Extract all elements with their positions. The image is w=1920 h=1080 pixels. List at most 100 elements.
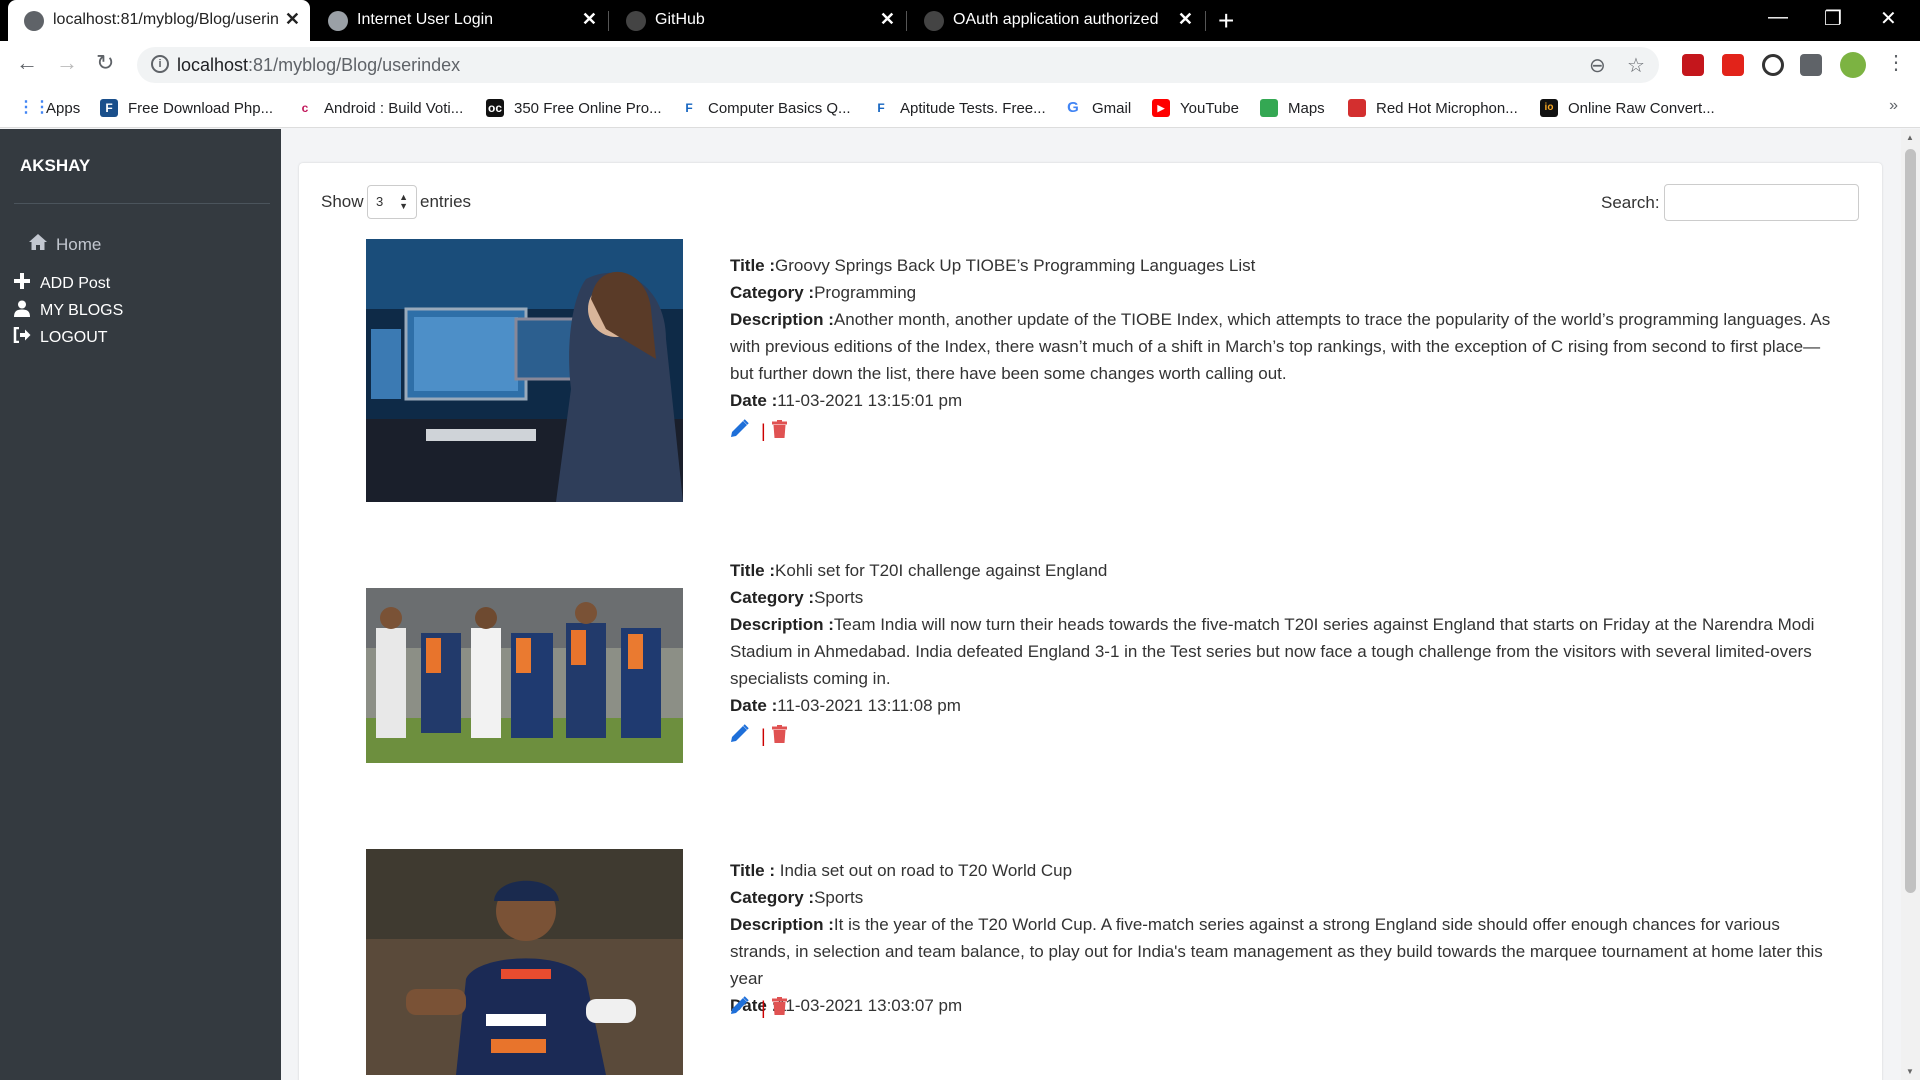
close-tab-icon[interactable]: ✕ <box>1178 9 1193 30</box>
edit-pencil-icon[interactable] <box>730 723 749 749</box>
scroll-up-icon[interactable]: ▲ <box>1906 133 1914 142</box>
reload-icon[interactable]: ↻ <box>96 50 114 76</box>
bookmark-aptitude-tests[interactable]: F Aptitude Tests. Free... <box>872 96 1046 120</box>
bookmark-label: Apps <box>46 99 81 117</box>
post-image-kohli <box>366 588 683 763</box>
search-input[interactable] <box>1664 184 1859 221</box>
bookmark-350-free-online[interactable]: oc 350 Free Online Pro... <box>486 96 662 120</box>
bookmark-label: 350 Free Online Pro... <box>514 99 662 117</box>
bookmark-free-download-php[interactable]: F Free Download Php... <box>100 96 273 120</box>
category-label: Category : <box>730 888 815 907</box>
sidebar-item-logout[interactable]: LOGOUT <box>12 326 108 348</box>
microphone-icon <box>1348 99 1366 117</box>
window-close-icon[interactable]: ✕ <box>1880 6 1897 31</box>
close-tab-icon[interactable]: ✕ <box>880 9 895 30</box>
entries-label: entries <box>420 192 472 211</box>
ublock-extension-icon[interactable] <box>1682 54 1704 76</box>
post-actions: | <box>730 995 787 1021</box>
new-tab-button[interactable]: + <box>1218 5 1234 37</box>
bookmark-computer-basics[interactable]: F Computer Basics Q... <box>680 96 851 120</box>
plus-icon <box>12 273 32 294</box>
post-actions: | <box>730 418 787 444</box>
browser-menu-icon[interactable]: ⋮ <box>1886 50 1906 75</box>
zoom-icon[interactable]: ⊖ <box>1589 53 1606 78</box>
description-label: Description : <box>730 310 834 329</box>
post-image-t20 <box>366 849 683 1075</box>
pdf-extension-icon[interactable] <box>1722 54 1744 76</box>
bookmark-youtube[interactable]: ▶ YouTube <box>1152 96 1239 120</box>
sidebar-item-my-blogs[interactable]: MY BLOGS <box>12 300 123 322</box>
sync-extension-icon[interactable] <box>1762 54 1784 76</box>
action-separator: | <box>761 725 766 746</box>
bookmark-label: Android : Build Voti... <box>324 99 464 117</box>
sidebar-item-label: MY BLOGS <box>40 302 124 319</box>
post-actions: | <box>730 723 787 749</box>
bookmark-online-raw-convert[interactable]: io Online Raw Convert... <box>1540 96 1715 120</box>
delete-trash-icon[interactable] <box>771 419 787 443</box>
post-date-row: Date :11-03-2021 13:11:08 pm <box>730 692 1842 719</box>
forward-icon[interactable]: → <box>56 50 78 76</box>
page-size-select[interactable]: 3 ▲ ▼ <box>367 185 417 219</box>
globe-icon <box>24 11 44 31</box>
restore-icon[interactable]: ❐ <box>1824 6 1842 31</box>
github-icon <box>924 11 944 31</box>
more-bookmarks-icon[interactable]: » <box>1889 97 1898 115</box>
bookmark-label: Maps <box>1288 99 1325 117</box>
back-icon[interactable]: ← <box>16 50 38 76</box>
sidebar-item-home[interactable]: Home <box>28 233 101 256</box>
post-date: 11-03-2021 13:15:01 pm <box>777 391 963 410</box>
scroll-down-icon[interactable]: ▼ <box>1906 1067 1914 1076</box>
tab-title: OAuth application authorized <box>953 11 1159 28</box>
delete-trash-icon[interactable] <box>771 996 787 1020</box>
description-label: Description : <box>730 615 834 634</box>
tab-github[interactable]: GitHub ✕ <box>610 0 905 41</box>
profile-avatar[interactable] <box>1840 52 1866 78</box>
bookmark-red-hot-microphone[interactable]: Red Hot Microphon... <box>1348 96 1518 120</box>
sidebar-item-add-post[interactable]: ADD Post <box>12 273 110 294</box>
close-tab-icon[interactable]: ✕ <box>285 9 300 30</box>
title-label: Title : <box>730 861 776 880</box>
bookmark-label: YouTube <box>1180 99 1239 117</box>
url-text: localhost:81/myblog/Blog/userindex <box>177 55 461 75</box>
page-scrollbar[interactable]: ▲ ▼ <box>1901 129 1920 1080</box>
post-category: Programming <box>814 283 917 302</box>
action-separator: | <box>761 997 766 1018</box>
bookmarks-bar: ⋮⋮ Apps F Free Download Php... c Android… <box>0 88 1920 128</box>
delete-trash-icon[interactable] <box>771 724 787 748</box>
post-title: India set out on road to T20 World Cup <box>775 861 1073 880</box>
bookmark-label: Red Hot Microphon... <box>1376 99 1518 117</box>
category-label: Category : <box>730 283 815 302</box>
close-tab-icon[interactable]: ✕ <box>582 9 597 30</box>
sidebar-item-label: ADD Post <box>40 274 111 292</box>
tab-oauth-authorized[interactable]: OAuth application authorized ✕ <box>908 0 1203 41</box>
bookmark-android-build[interactable]: c Android : Build Voti... <box>296 96 463 120</box>
search-label: Search: <box>1601 193 1660 212</box>
google-icon: G <box>1064 99 1082 117</box>
tab-title: GitHub <box>655 11 705 28</box>
brand-name: AKSHAY <box>20 156 91 175</box>
minimize-icon[interactable]: — <box>1768 6 1788 29</box>
bookmark-apps[interactable]: ⋮⋮ Apps <box>18 96 80 120</box>
fr-site-icon: F <box>100 99 118 117</box>
site-info-icon[interactable]: i <box>151 55 169 73</box>
bookmark-gmail[interactable]: G Gmail <box>1064 96 1131 120</box>
sidebar: AKSHAY Home ADD Post MY BLOGS LOGOUT <box>0 129 281 1080</box>
tab-userindex[interactable]: localhost:81/myblog/Blog/userin ✕ <box>8 0 310 41</box>
tab-separator <box>608 11 609 31</box>
edit-pencil-icon[interactable] <box>730 995 749 1021</box>
post-category: Sports <box>814 588 864 607</box>
bookmark-star-icon[interactable]: ☆ <box>1627 53 1645 78</box>
user-icon <box>12 300 32 322</box>
page-size-value: 3 <box>376 194 384 209</box>
tab-internet-user-login[interactable]: Internet User Login ✕ <box>312 0 607 41</box>
puzzle-extensions-icon[interactable] <box>1800 54 1822 76</box>
post-title: Kohli set for T20I challenge against Eng… <box>775 561 1108 580</box>
edit-pencil-icon[interactable] <box>730 418 749 444</box>
browser-tab-bar: localhost:81/myblog/Blog/userin ✕ Intern… <box>0 0 1920 41</box>
scrollbar-thumb[interactable] <box>1905 149 1916 893</box>
sign-out-icon <box>12 326 32 348</box>
address-bar[interactable]: i localhost:81/myblog/Blog/userindex ⊖ ☆ <box>137 47 1659 83</box>
post-category-row: Category :Sports <box>730 884 1842 911</box>
bookmark-maps[interactable]: Maps <box>1260 96 1325 120</box>
title-label: Title : <box>730 561 776 580</box>
